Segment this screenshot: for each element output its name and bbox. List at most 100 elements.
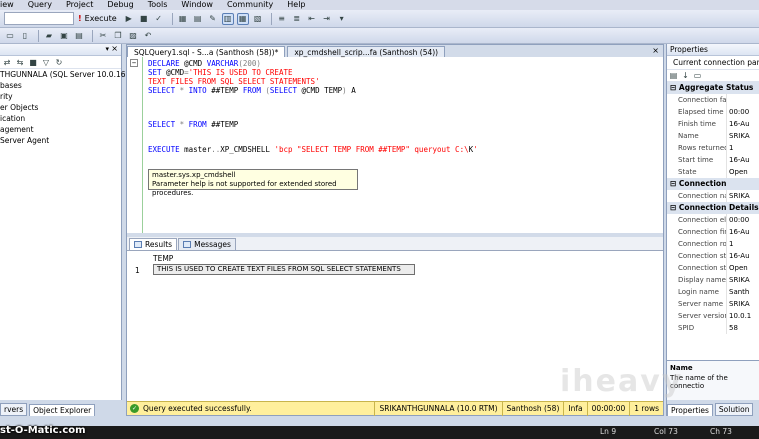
property-row[interactable]: Login name Santh: [667, 286, 759, 298]
tab-properties[interactable]: Properties: [667, 404, 713, 416]
categorized-icon[interactable]: ▤: [669, 71, 678, 80]
tab-registered-servers[interactable]: rvers: [0, 403, 28, 416]
uncomment-icon[interactable]: ≣: [291, 13, 303, 25]
tab-xp-cmdshell-script[interactable]: xp_cmdshell_scrip...fa (Santhosh (54)): [287, 46, 446, 57]
tab-solution[interactable]: Solution: [714, 403, 754, 416]
result-cell[interactable]: THIS IS USED TO CREATE TEXT FILES FROM S…: [153, 264, 415, 275]
display-plan-icon[interactable]: ▦: [177, 13, 189, 25]
menu-item-project[interactable]: Project: [66, 0, 93, 10]
results-to-text-icon[interactable]: ▥: [221, 12, 234, 25]
code-token: VARCHAR: [206, 59, 239, 68]
property-category[interactable]: ⊟ Aggregate Status: [667, 82, 759, 94]
tree-node[interactable]: rity: [0, 91, 121, 102]
results-to-grid-icon[interactable]: ▦: [236, 12, 249, 25]
new-icon[interactable]: ▯: [19, 30, 31, 42]
collapse-icon[interactable]: ⊟: [670, 179, 679, 188]
tree-node[interactable]: er Objects: [0, 102, 121, 113]
tab-results[interactable]: Results: [129, 238, 178, 250]
save-all-icon[interactable]: ▤: [73, 30, 85, 42]
comment-icon[interactable]: ≡: [276, 13, 288, 25]
query-designer-icon[interactable]: ▤: [192, 13, 204, 25]
property-row[interactable]: Connection finish16-Au: [667, 226, 759, 238]
property-row[interactable]: Start time 16-Au: [667, 154, 759, 166]
close-document-icon[interactable]: ×: [652, 46, 659, 55]
specify-values-icon[interactable]: ▾: [336, 13, 348, 25]
property-row[interactable]: Finish time 16-Au: [667, 118, 759, 130]
property-row[interactable]: Connection stateOpen: [667, 262, 759, 274]
close-icon[interactable]: ×: [111, 44, 118, 53]
collapse-icon[interactable]: ⊟: [670, 83, 679, 92]
paste-icon[interactable]: ▨: [127, 30, 139, 42]
connect-icon[interactable]: ⇄: [2, 57, 12, 67]
tree-node[interactable]: THGUNNALA (SQL Server 10.0.1600 -: [0, 69, 140, 80]
menu-item-iew[interactable]: iew: [0, 0, 14, 10]
property-row[interactable]: State Open: [667, 166, 759, 178]
copy-icon[interactable]: ❐: [112, 30, 124, 42]
property-name: Name: [667, 130, 727, 142]
column-header[interactable]: TEMP: [153, 254, 173, 263]
refresh-icon[interactable]: ↻: [54, 57, 64, 67]
code-token: XP_CMDSHELL: [220, 145, 275, 154]
menu-item-window[interactable]: Window: [181, 0, 213, 10]
filter-icon[interactable]: ▽: [41, 57, 51, 67]
property-row[interactable]: Name SRIKA: [667, 130, 759, 142]
indent-icon[interactable]: ⇥: [321, 13, 333, 25]
property-category[interactable]: ⊟ Connection: [667, 178, 759, 190]
property-row[interactable]: Connection start t16-Au: [667, 250, 759, 262]
row-number[interactable]: 1: [135, 266, 140, 275]
pin-icon[interactable]: ▾: [105, 45, 109, 53]
cut-icon[interactable]: ✂: [97, 30, 109, 42]
code-token: ': [473, 145, 478, 154]
tree-node[interactable]: Server Agent: [0, 135, 121, 146]
property-row[interactable]: Connection nameSRIKA: [667, 190, 759, 202]
properties-object-selector[interactable]: Current connection param: [667, 56, 759, 70]
disconnect-icon[interactable]: ⇆: [15, 57, 25, 67]
open-folder-icon[interactable]: ▰: [43, 30, 55, 42]
code-token: ##TEMP: [211, 120, 239, 129]
property-row[interactable]: Connection elaps00:00: [667, 214, 759, 226]
property-row[interactable]: Rows returned 1: [667, 142, 759, 154]
property-row[interactable]: Display name SRIKA: [667, 274, 759, 286]
property-row[interactable]: Elapsed time 00:00: [667, 106, 759, 118]
tab-sqlquery1[interactable]: SQLQuery1.sql - S...a (Santhosh (58))*: [127, 46, 286, 57]
collapse-icon[interactable]: ⊟: [670, 203, 679, 212]
property-row[interactable]: Server version 10.0.1: [667, 310, 759, 322]
new-query-icon[interactable]: ▭: [4, 30, 16, 42]
undo-icon[interactable]: ↶: [142, 30, 154, 42]
property-value: 00:00: [729, 216, 750, 224]
menu-item-community[interactable]: Community: [227, 0, 273, 10]
menu-item-query[interactable]: Query: [28, 0, 52, 10]
tree-node[interactable]: ication: [0, 113, 121, 124]
property-value: Open: [729, 264, 748, 272]
database-dropdown[interactable]: [4, 12, 74, 25]
menu-item-tools[interactable]: Tools: [148, 0, 168, 10]
debug-icon[interactable]: ▶: [123, 13, 135, 25]
property-name: Finish time: [667, 118, 727, 130]
property-row[interactable]: Connection rows1: [667, 238, 759, 250]
execute-button[interactable]: ! Execute: [78, 14, 117, 23]
tab-messages[interactable]: Messages: [178, 238, 236, 250]
toolbar-separator: [171, 12, 173, 25]
stop-icon[interactable]: ■: [138, 13, 150, 25]
property-row[interactable]: Server name SRIKA: [667, 298, 759, 310]
property-category[interactable]: ⊟ Connection Details: [667, 202, 759, 214]
stop-icon[interactable]: ■: [28, 57, 38, 67]
save-icon[interactable]: ▣: [58, 30, 70, 42]
collapse-icon[interactable]: −: [130, 59, 138, 67]
alphabetical-icon[interactable]: ↓: [681, 71, 690, 80]
property-row[interactable]: Connection failur: [667, 94, 759, 106]
tree-node[interactable]: agement: [0, 124, 121, 135]
menu-item-debug[interactable]: Debug: [107, 0, 133, 10]
results-to-file-icon[interactable]: ▧: [252, 13, 264, 25]
property-name: Connection elaps: [667, 214, 727, 226]
tree-node[interactable]: bases: [0, 80, 121, 91]
tab-object-explorer[interactable]: Object Explorer: [29, 404, 96, 416]
menu-item-help[interactable]: Help: [287, 0, 305, 10]
status-database: Infa: [563, 401, 586, 416]
property-pages-icon[interactable]: ▭: [693, 71, 702, 80]
intellisense-icon[interactable]: ✎: [207, 13, 219, 25]
parse-icon[interactable]: ✓: [153, 13, 165, 25]
property-row[interactable]: SPID 58: [667, 322, 759, 334]
outdent-icon[interactable]: ⇤: [306, 13, 318, 25]
code-editor[interactable]: − DECLARE @CMD VARCHAR(200) SET @CMD='THI…: [127, 57, 663, 245]
